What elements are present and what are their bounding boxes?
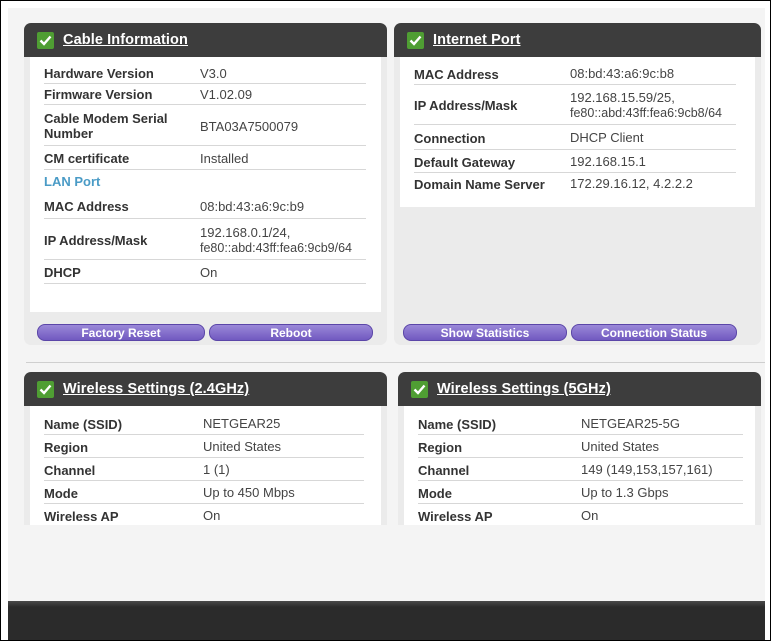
info-row: CM certificate Installed <box>44 148 366 170</box>
info-row: Firmware Version V1.02.09 <box>44 85 366 105</box>
row-value: 08:bd:43:a6:9c:b9 <box>200 198 305 214</box>
row-value: DHCP Client <box>570 130 644 145</box>
row-label: MAC Address <box>414 66 499 82</box>
info-row: DHCP On <box>44 262 366 284</box>
row-label: DHCP <box>44 265 81 280</box>
row-label: Wireless AP <box>44 508 119 524</box>
info-row: Region United States <box>418 437 743 458</box>
row-value: On <box>203 508 221 523</box>
info-row: Wireless AP On <box>44 506 364 526</box>
row-value: United States <box>203 439 282 454</box>
row-value: Up to 450 Mbps <box>203 485 295 500</box>
row-value: BTA03A7500079 <box>200 119 299 134</box>
info-row: MAC Address 08:bd:43:a6:9c:b8 <box>414 64 736 85</box>
row-label: Firmware Version <box>44 87 153 102</box>
row-value: V1.02.09 <box>200 86 253 102</box>
cable-information-panel: Cable Information Hardware Version V3.0 … <box>24 23 387 345</box>
info-row: Wireless AP On <box>418 506 743 526</box>
row-value: United States <box>581 439 660 454</box>
row-label: Region <box>418 439 463 455</box>
info-row: IP Address/Mask 192.168.15.59/25, fe80::… <box>414 87 736 125</box>
wireless-5ghz-header: Wireless Settings (5GHz) <box>398 372 761 406</box>
row-label: IP Address/Mask <box>414 98 518 113</box>
wireless-24ghz-title[interactable]: Wireless Settings (2.4GHz) <box>63 381 249 397</box>
row-label: Connection <box>414 130 486 146</box>
info-row: Cable Modem Serial Number BTA03A7500079 <box>44 107 366 146</box>
wireless-5ghz-title[interactable]: Wireless Settings (5GHz) <box>437 381 611 397</box>
dashboard-area: Cable Information Hardware Version V3.0 … <box>8 8 765 601</box>
row-label: Region <box>44 439 89 455</box>
show-statistics-button[interactable]: Show Statistics <box>403 324 567 341</box>
row-label: Channel <box>44 462 96 478</box>
checkmark-icon <box>411 380 428 398</box>
row-label: Mode <box>418 485 452 501</box>
checkmark-icon <box>37 380 54 398</box>
reboot-button[interactable]: Reboot <box>209 324 373 341</box>
wireless-5ghz-panel: Wireless Settings (5GHz) Name (SSID) NET… <box>398 372 761 532</box>
row-label: Cable Modem Serial Number <box>44 111 168 141</box>
lan-port-section-label: LAN Port <box>44 172 366 191</box>
internet-port-body: MAC Address 08:bd:43:a6:9c:b8 IP Address… <box>400 57 755 312</box>
row-value: V3.0 <box>200 65 227 81</box>
checkmark-icon <box>407 31 424 49</box>
row-label: IP Address/Mask <box>44 232 148 248</box>
row-value: 08:bd:43:a6:9c:b8 <box>570 66 675 81</box>
row-label: Channel <box>418 462 470 478</box>
cable-information-header: Cable Information <box>24 23 387 57</box>
row-value: NETGEAR25 <box>203 416 281 431</box>
row-value-line1: 192.168.15.59/25, <box>570 90 675 105</box>
info-row: Region United States <box>44 437 364 458</box>
row-value: Up to 1.3 Gbps <box>581 485 669 500</box>
row-value: 1 (1) <box>203 462 230 477</box>
wireless-24ghz-panel: Wireless Settings (2.4GHz) Name (SSID) N… <box>24 372 387 532</box>
row-label: CM certificate <box>44 151 130 166</box>
info-row: Name (SSID) NETGEAR25 <box>44 414 364 435</box>
info-row: MAC Address 08:bd:43:a6:9c:b9 <box>44 195 366 219</box>
info-row: Channel 149 (149,153,157,161) <box>418 460 743 481</box>
info-row: Mode Up to 1.3 Gbps <box>418 483 743 504</box>
lan-port-label: LAN Port <box>44 174 101 189</box>
row-value: 192.168.15.1 <box>570 154 646 169</box>
cable-information-body: Hardware Version V3.0 Firmware Version V… <box>30 57 381 312</box>
info-row: Default Gateway 192.168.15.1 <box>414 152 736 173</box>
row-value: Installed <box>200 150 249 166</box>
window-frame: Cable Information Hardware Version V3.0 … <box>0 0 771 641</box>
section-divider <box>26 362 765 363</box>
connection-status-button[interactable]: Connection Status <box>571 324 737 341</box>
row-value: On <box>581 508 599 523</box>
info-row: Connection DHCP Client <box>414 127 736 150</box>
wireless-24ghz-header: Wireless Settings (2.4GHz) <box>24 372 387 406</box>
row-label: Mode <box>44 485 78 501</box>
row-value: 149 (149,153,157,161) <box>581 462 713 477</box>
internet-port-panel: Internet Port MAC Address 08:bd:43:a6:9c… <box>394 23 761 345</box>
internet-port-title[interactable]: Internet Port <box>433 32 521 48</box>
factory-reset-button[interactable]: Factory Reset <box>37 324 205 341</box>
footer-bar <box>8 601 765 640</box>
checkmark-icon <box>37 31 54 49</box>
internet-port-header: Internet Port <box>394 23 761 57</box>
wireless-24ghz-body: Name (SSID) NETGEAR25 Region United Stat… <box>30 406 381 532</box>
info-row: IP Address/Mask 192.168.0.1/24, fe80::ab… <box>44 221 366 260</box>
row-label: Name (SSID) <box>44 416 123 432</box>
info-row: Name (SSID) NETGEAR25-5G <box>418 414 743 435</box>
row-label: Name (SSID) <box>418 416 497 432</box>
row-label: Default Gateway <box>414 154 516 170</box>
cable-information-title[interactable]: Cable Information <box>63 32 188 48</box>
info-row: Channel 1 (1) <box>44 460 364 481</box>
row-label: Domain Name Server <box>414 176 545 192</box>
info-row: Domain Name Server 172.29.16.12, 4.2.2.2 <box>414 174 754 194</box>
row-value: On <box>200 264 218 280</box>
row-label: Hardware Version <box>44 66 154 81</box>
row-label: Wireless AP <box>418 508 493 524</box>
row-value-line1: 192.168.0.1/24, <box>200 225 291 240</box>
wireless-5ghz-body: Name (SSID) NETGEAR25-5G Region United S… <box>404 406 755 532</box>
row-value-line2: fe80::abd:43ff:fea6:9cb8/64 <box>570 106 722 120</box>
content-clip <box>8 525 765 601</box>
row-value-line2: fe80::abd:43ff:fea6:9cb9/64 <box>200 241 352 255</box>
row-value: NETGEAR25-5G <box>581 416 680 431</box>
info-row: Hardware Version V3.0 <box>44 64 366 84</box>
info-row: Mode Up to 450 Mbps <box>44 483 364 504</box>
row-value: 172.29.16.12, 4.2.2.2 <box>570 176 693 191</box>
row-label: MAC Address <box>44 199 129 214</box>
